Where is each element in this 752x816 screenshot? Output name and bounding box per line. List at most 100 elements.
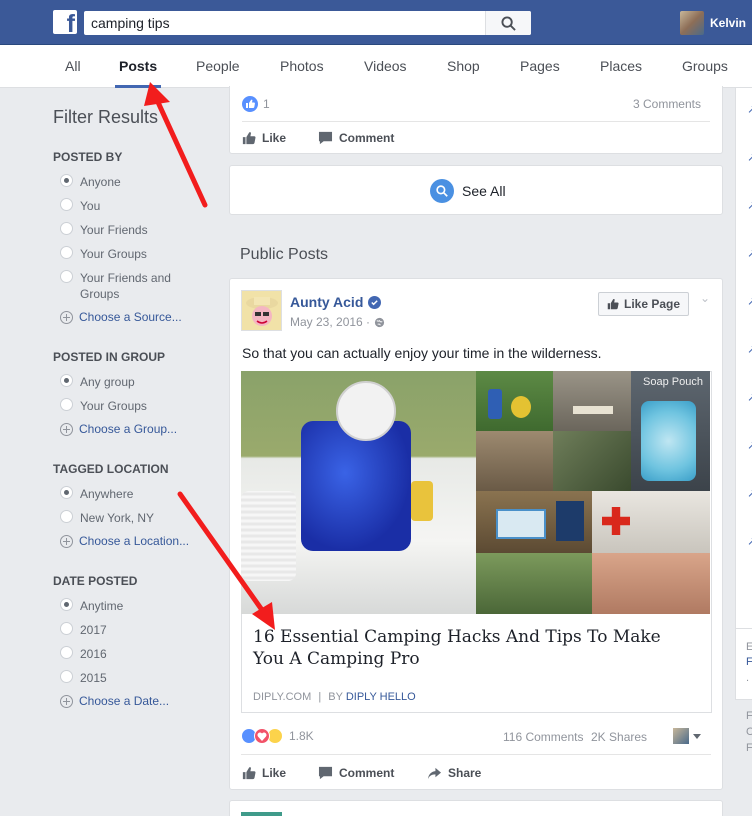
see-all-button[interactable]: See All	[430, 179, 506, 203]
reaction-summary[interactable]: 1	[242, 96, 270, 112]
radio-icon	[60, 670, 73, 683]
comments-count-link[interactable]: 3 Comments	[633, 97, 701, 111]
arrow-icon[interactable]: ↗	[747, 198, 752, 212]
tab-people[interactable]: People	[196, 45, 240, 88]
search-input[interactable]	[84, 11, 485, 35]
arrow-icon[interactable]: ↗	[747, 438, 752, 452]
like-button[interactable]: Like	[242, 131, 286, 145]
filter-option-anywhere[interactable]: Anywhere	[60, 486, 190, 502]
soap-pouch-caption: Soap Pouch	[643, 376, 703, 388]
blue-water-jug	[301, 421, 411, 551]
chevron-down-icon[interactable]: ⌄	[700, 291, 710, 305]
link-author[interactable]: DIPLY HELLO	[346, 691, 416, 703]
search-tabs: All Posts People Photos Videos Shop Page…	[0, 45, 752, 88]
filter-option-2015[interactable]: 2015	[60, 670, 190, 686]
tab-posts[interactable]: Posts	[114, 45, 162, 88]
chevron-down-icon	[693, 733, 701, 739]
post-as-selector[interactable]	[673, 728, 701, 744]
option-label: Your Friends and Groups	[80, 271, 171, 301]
page-avatar[interactable]	[241, 290, 282, 331]
right-text: F	[746, 742, 752, 754]
filter-option-your-groups[interactable]: Your Groups	[60, 246, 190, 262]
posted-by-heading: POSTED BY	[53, 150, 123, 164]
arrow-icon[interactable]: ↗	[747, 294, 752, 308]
option-label: You	[80, 199, 101, 213]
choose-label: Choose a Date...	[79, 694, 170, 708]
link-title[interactable]: 16 Essential Camping Hacks And Tips To M…	[253, 626, 693, 670]
tab-shop[interactable]: Shop	[447, 45, 480, 88]
filter-option-anyone[interactable]: Anyone	[60, 174, 190, 190]
tab-groups[interactable]: Groups	[682, 45, 728, 88]
facebook-logo-icon[interactable]: f	[53, 10, 77, 34]
arrow-icon[interactable]: ↗	[747, 342, 752, 356]
choose-location-link[interactable]: Choose a Location...	[60, 534, 189, 548]
tab-all[interactable]: All	[65, 45, 81, 88]
tab-places[interactable]: Places	[600, 45, 642, 88]
comment-icon	[318, 131, 333, 145]
like-button[interactable]: Like	[242, 766, 286, 780]
paper-towel-roll	[336, 381, 396, 441]
arrow-icon[interactable]: ↗	[747, 390, 752, 404]
choose-group-link[interactable]: Choose a Group...	[60, 422, 177, 436]
tab-videos[interactable]: Videos	[364, 45, 407, 88]
filter-option-new-york[interactable]: New York, NY	[60, 510, 190, 526]
avatar	[680, 11, 704, 35]
next-post-card	[229, 800, 723, 816]
search-bar	[84, 11, 531, 35]
arrow-icon[interactable]: ↗	[747, 246, 752, 260]
arrow-icon[interactable]: ↗	[747, 150, 752, 164]
comment-label: Comment	[339, 766, 395, 780]
avatar	[673, 728, 689, 744]
reaction-summary[interactable]: 1.8K	[241, 728, 314, 744]
arrow-icon[interactable]: ↗	[747, 486, 752, 500]
like-page-label: Like Page	[624, 297, 681, 311]
filter-option-your-friends[interactable]: Your Friends	[60, 222, 190, 238]
share-button[interactable]: Share	[427, 766, 481, 780]
tab-pages[interactable]: Pages	[520, 45, 560, 88]
plus-icon	[60, 694, 73, 708]
right-text: E	[746, 641, 752, 653]
filter-option-friends-and-groups[interactable]: Your Friends and Groups	[60, 270, 180, 302]
filter-option-your-groups-2[interactable]: Your Groups	[60, 398, 190, 414]
choose-label: Choose a Group...	[79, 422, 178, 436]
user-profile-link[interactable]: Kelvin	[680, 11, 746, 35]
link-source: DIPLY.COM | BY DIPLY HELLO	[253, 691, 416, 703]
soap-bottle	[411, 481, 433, 521]
photo-tile	[476, 371, 553, 431]
thumbs-up-icon	[242, 132, 256, 145]
comment-button[interactable]: Comment	[318, 131, 394, 145]
option-label: Anywhere	[80, 487, 134, 501]
shares-count-link[interactable]: 2K Shares	[591, 730, 647, 744]
photo-tile	[476, 491, 592, 553]
arrow-icon[interactable]: ↗	[747, 102, 752, 116]
photo-tile: Soap Pouch	[631, 371, 710, 491]
filter-option-2017[interactable]: 2017	[60, 622, 190, 638]
photo-tile	[592, 491, 710, 553]
arrow-icon[interactable]: ↗	[747, 534, 752, 548]
like-page-button[interactable]: Like Page	[598, 292, 690, 316]
post-text: So that you can actually enjoy your time…	[242, 345, 602, 361]
page-avatar[interactable]	[241, 812, 282, 816]
option-label: Your Groups	[80, 399, 147, 413]
filter-option-any-group[interactable]: Any group	[60, 374, 190, 390]
option-label: 2016	[80, 647, 107, 661]
choose-date-link[interactable]: Choose a Date...	[60, 694, 169, 708]
option-label: 2015	[80, 671, 107, 685]
search-button[interactable]	[485, 11, 531, 35]
post-date[interactable]: May 23, 2016 ·	[290, 315, 370, 329]
option-label: Your Groups	[80, 247, 147, 261]
right-text[interactable]: F	[746, 656, 752, 668]
tab-photos[interactable]: Photos	[280, 45, 324, 88]
comment-button[interactable]: Comment	[318, 766, 394, 780]
filter-option-anytime[interactable]: Anytime	[60, 598, 190, 614]
choose-source-link[interactable]: Choose a Source...	[60, 310, 182, 324]
radio-icon	[60, 198, 73, 211]
water-jug-photo	[241, 371, 476, 614]
radio-icon	[60, 270, 73, 283]
post-image-collage[interactable]: Soap Pouch	[241, 371, 710, 614]
right-text: F	[746, 710, 752, 722]
post-author[interactable]: Aunty Acid	[290, 294, 382, 310]
filter-option-you[interactable]: You	[60, 198, 190, 214]
comments-count-link[interactable]: 116 Comments	[503, 730, 583, 744]
filter-option-2016[interactable]: 2016	[60, 646, 190, 662]
